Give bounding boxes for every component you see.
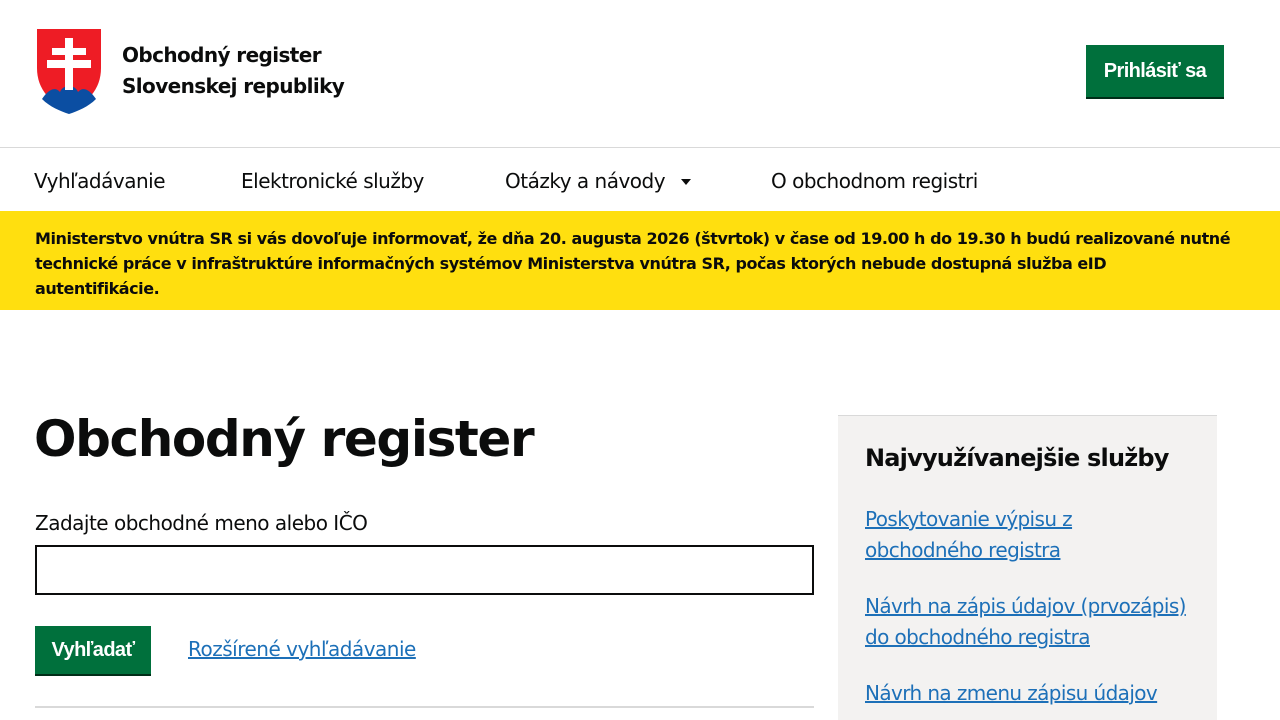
list-item: Návrh na zmenu zápisu údajov [865,678,1195,709]
search-label: Zadajte obchodné meno alebo IČO [35,511,368,535]
nav-item-about-register[interactable]: O obchodnom registri [771,169,978,193]
service-link-extract[interactable]: Poskytovanie výpisu z obchodného registr… [865,507,1073,562]
page-title: Obchodný register [34,410,535,468]
popular-services-list: Poskytovanie výpisu z obchodného registr… [865,504,1195,720]
nav-item-electronic-services[interactable]: Elektronické služby [241,169,424,193]
popular-services-panel: Najvyužívanejšie služby Poskytovanie výp… [838,415,1217,720]
nav-item-label: Otázky a návody [505,169,666,193]
list-item: Návrh na zápis údajov (prvozápis) do obc… [865,591,1195,653]
search-button[interactable]: Vyhľadať [35,626,151,674]
popular-services-title: Najvyužívanejšie služby [865,444,1169,472]
nav-item-label: O obchodnom registri [771,169,978,193]
brand-line-2: Slovenskej republiky [122,74,345,98]
list-item: Poskytovanie výpisu z obchodného registr… [865,504,1195,566]
site-header: Obchodný register Slovenskej republiky P… [0,0,1280,148]
notice-text: Ministerstvo vnútra SR si vás dovoľuje i… [35,229,1231,298]
nav-item-search[interactable]: Vyhľadávanie [34,169,166,193]
nav-item-questions-guides[interactable]: Otázky a návody [505,169,692,193]
service-link-change-registration[interactable]: Návrh na zmenu zápisu údajov [865,681,1158,705]
section-divider [35,706,814,708]
advanced-search-link[interactable]: Rozšírené vyhľadávanie [188,637,416,661]
service-link-first-registration[interactable]: Návrh na zápis údajov (prvozápis) do obc… [865,594,1186,649]
slovak-coat-of-arms-logo[interactable] [34,26,104,114]
search-input[interactable] [35,545,814,595]
caret-down-icon [681,178,692,185]
login-button[interactable]: Prihlásiť sa [1086,45,1224,97]
maintenance-notice-banner: Ministerstvo vnútra SR si vás dovoľuje i… [0,211,1280,310]
main-navigation: Vyhľadávanie Elektronické služby Otázky … [0,149,1280,211]
brand-line-1: Obchodný register [122,43,322,67]
site-brand[interactable]: Obchodný register Slovenskej republiky [122,40,345,102]
nav-item-label: Vyhľadávanie [34,169,166,193]
nav-item-label: Elektronické služby [241,169,424,193]
